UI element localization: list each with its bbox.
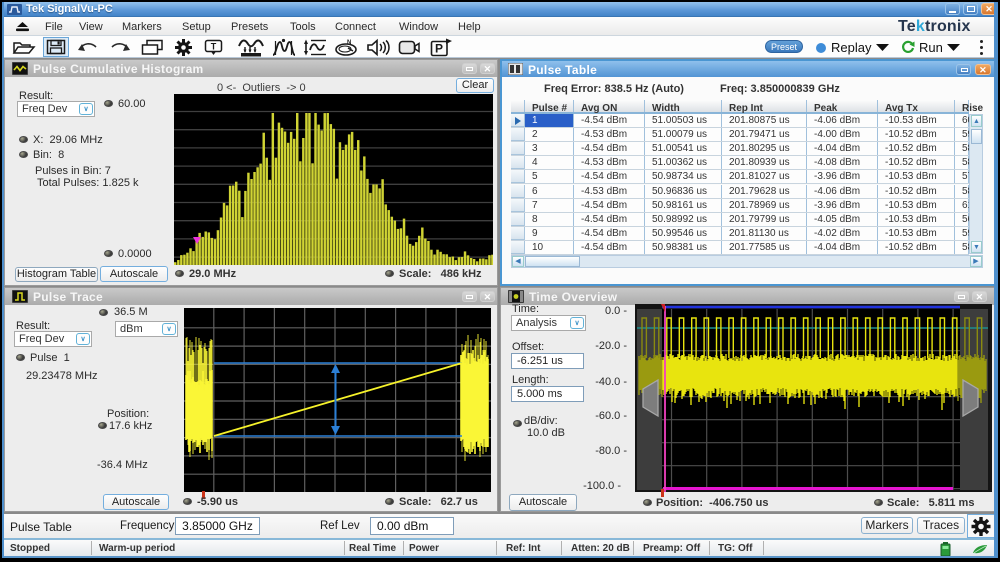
svg-text:P: P [435,42,443,56]
svg-text:N: N [347,40,351,46]
svg-text:T: T [211,42,217,52]
